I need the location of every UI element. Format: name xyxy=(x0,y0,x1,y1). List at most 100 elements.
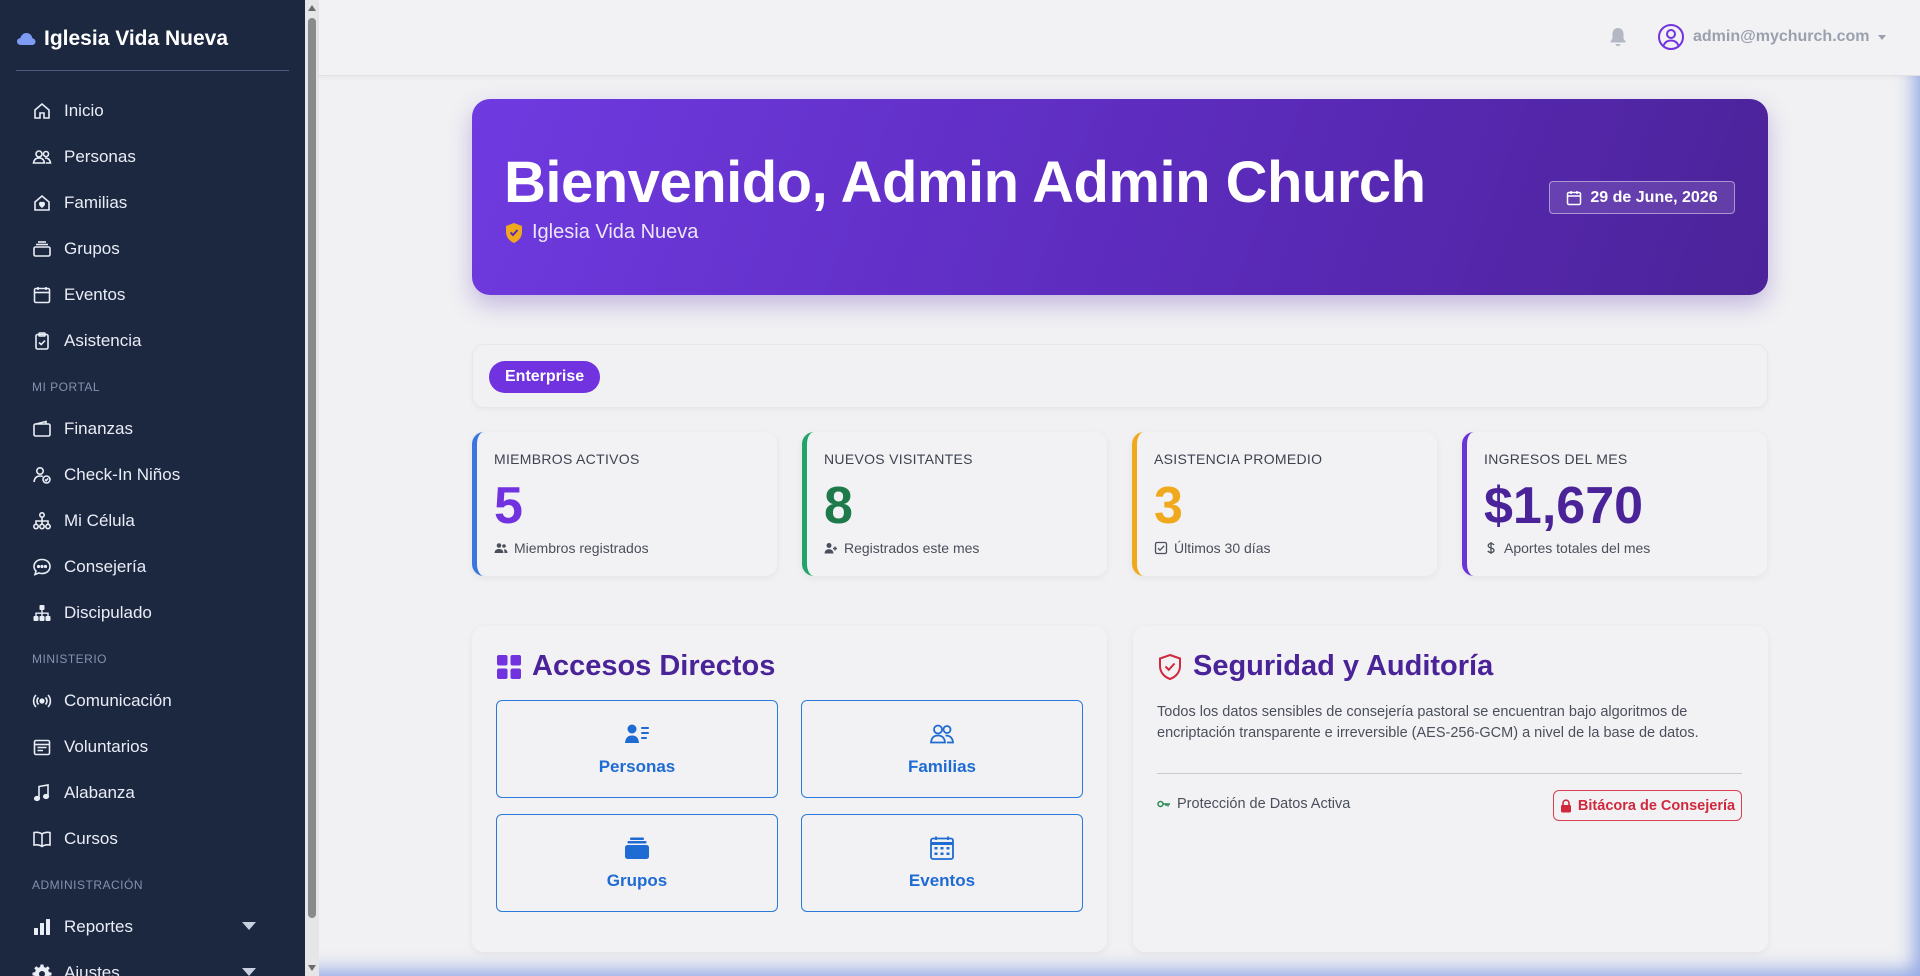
quick-access-title: Accesos Directos xyxy=(496,650,775,683)
stat-note-text: Miembros registrados xyxy=(514,540,649,556)
wallet-icon xyxy=(33,420,51,437)
stat-value: 5 xyxy=(494,477,523,535)
sidebar-item-familias[interactable]: Familias xyxy=(0,183,290,223)
topbar: admin@mychurch.com xyxy=(319,0,1920,76)
bell-icon[interactable] xyxy=(1607,26,1629,48)
sidebar-scrollbar[interactable] xyxy=(305,0,319,976)
shield-check-icon xyxy=(506,222,522,243)
calendar-icon xyxy=(1567,190,1582,205)
stat-card-visitors: NUEVOS VISITANTES 8 Registrados este mes xyxy=(802,432,1107,576)
chevron-down-icon xyxy=(242,968,256,976)
quick-link-label: Grupos xyxy=(606,871,668,890)
quick-link-eventos[interactable]: Eventos xyxy=(801,814,1083,912)
people-icon xyxy=(32,150,52,164)
stat-note-text: Registrados este mes xyxy=(844,540,980,556)
sidebar-item-personas[interactable]: Personas xyxy=(0,137,290,177)
bar-chart-icon xyxy=(34,919,50,935)
stack-icon xyxy=(33,241,51,257)
sidebar-item-reportes[interactable]: Reportes xyxy=(0,907,290,947)
counseling-log-label: Bitácora de Consejería xyxy=(1577,797,1736,814)
sidebar-item-label: Mi Célula xyxy=(64,511,135,530)
gear-icon xyxy=(32,964,52,976)
music-note-icon xyxy=(33,784,50,802)
sidebar-item-label: Discipulado xyxy=(64,603,152,622)
org-chart-icon xyxy=(32,511,52,530)
sidebar-item-label: Grupos xyxy=(64,239,120,258)
chat-icon xyxy=(33,558,51,576)
quick-link-familias[interactable]: Familias xyxy=(801,700,1083,798)
stat-value: 3 xyxy=(1154,477,1183,535)
stat-note-text: Últimos 30 días xyxy=(1174,540,1271,556)
stat-note: Registrados este mes xyxy=(824,540,979,556)
section-label-administracion: ADMINISTRACIÓN xyxy=(32,878,144,892)
sidebar-item-consejeria[interactable]: Consejería xyxy=(0,547,290,587)
quick-link-label: Personas xyxy=(598,757,676,776)
sidebar-item-label: Eventos xyxy=(64,285,126,304)
stat-note-text: Aportes totales del mes xyxy=(1504,540,1651,556)
stat-card-income: INGRESOS DEL MES $1,670 Aportes totales … xyxy=(1462,432,1767,576)
quick-link-label: Eventos xyxy=(908,871,976,890)
quick-link-label: Familias xyxy=(907,757,977,776)
sidebar-item-mi-celula[interactable]: Mi Célula xyxy=(0,501,290,541)
scroll-up-arrow[interactable] xyxy=(308,5,316,11)
chevron-down-icon xyxy=(242,922,256,930)
stat-label: NUEVOS VISITANTES xyxy=(824,451,973,467)
sidebar-item-cursos[interactable]: Cursos xyxy=(0,819,290,859)
sidebar-item-asistencia[interactable]: Asistencia xyxy=(0,321,290,361)
sidebar-item-inicio[interactable]: Inicio xyxy=(0,91,290,131)
sidebar-item-eventos[interactable]: Eventos xyxy=(0,275,290,315)
sidebar-item-label: Asistencia xyxy=(64,331,142,350)
stat-label: MIEMBROS ACTIVOS xyxy=(494,451,640,467)
stat-card-members: MIEMBROS ACTIVOS 5 Miembros registrados xyxy=(472,432,777,576)
sidebar-item-ajustes[interactable]: Ajustes xyxy=(0,953,290,976)
scroll-down-arrow[interactable] xyxy=(308,965,316,971)
sidebar-item-alabanza[interactable]: Alabanza xyxy=(0,773,290,813)
sidebar-item-label: Check-In Niños xyxy=(64,465,181,484)
checkbox-icon xyxy=(1154,541,1168,555)
sidebar-item-grupos[interactable]: Grupos xyxy=(0,229,290,269)
chevron-down-icon xyxy=(1877,34,1886,40)
quick-link-grupos[interactable]: Grupos xyxy=(496,814,778,912)
stat-note: Últimos 30 días xyxy=(1154,540,1270,556)
date-badge: 29 de June, 2026 xyxy=(1549,181,1735,214)
user-circle-icon xyxy=(1658,24,1684,50)
sidebar-item-label: Alabanza xyxy=(64,783,135,802)
security-divider xyxy=(1157,773,1742,774)
calendar-grid-icon xyxy=(930,836,954,860)
security-description: Todos los datos sensibles de consejería … xyxy=(1157,704,1699,741)
stat-label: ASISTENCIA PROMEDIO xyxy=(1154,451,1323,467)
sidebar-item-discipulado[interactable]: Discipulado xyxy=(0,593,290,633)
scroll-thumb[interactable] xyxy=(308,18,316,918)
sidebar-item-label: Reportes xyxy=(64,917,133,936)
shield-check-icon xyxy=(1159,653,1181,680)
calendar-icon xyxy=(33,287,51,304)
stat-card-attendance: ASISTENCIA PROMEDIO 3 Últimos 30 días xyxy=(1132,432,1437,576)
sidebar-item-finanzas[interactable]: Finanzas xyxy=(0,409,290,449)
stat-label: INGRESOS DEL MES xyxy=(1484,451,1628,467)
cloud-icon xyxy=(17,33,36,45)
user-email: admin@mychurch.com xyxy=(1693,28,1870,45)
people-icon xyxy=(930,724,954,744)
quick-link-personas[interactable]: Personas xyxy=(496,700,778,798)
sidebar-item-label: Voluntarios xyxy=(64,737,149,756)
sidebar-item-label: Consejería xyxy=(64,557,147,576)
hierarchy-icon xyxy=(33,605,51,621)
app-window: Iglesia Vida Nueva Inicio Personas Famil… xyxy=(0,0,1920,976)
sidebar-item-label: Cursos xyxy=(64,829,118,848)
plan-badge: Enterprise xyxy=(489,361,601,393)
stat-value: 8 xyxy=(824,477,853,535)
sidebar: Iglesia Vida Nueva Inicio Personas Famil… xyxy=(0,0,305,976)
church-name-text: Iglesia Vida Nueva xyxy=(532,221,699,243)
dollar-icon xyxy=(1487,542,1495,554)
plan-bar: Enterprise xyxy=(472,344,1768,408)
counseling-log-button[interactable]: Bitácora de Consejería xyxy=(1553,790,1742,821)
user-menu[interactable]: admin@mychurch.com xyxy=(1657,22,1886,52)
church-name: Iglesia Vida Nueva xyxy=(504,221,698,244)
sidebar-brand[interactable]: Iglesia Vida Nueva xyxy=(16,24,228,54)
key-icon xyxy=(1157,800,1170,808)
sidebar-item-comunicacion[interactable]: Comunicación xyxy=(0,681,290,721)
stat-value: $1,670 xyxy=(1484,477,1644,535)
security-status-text: Protección de Datos Activa xyxy=(1177,796,1351,812)
sidebar-item-checkin[interactable]: Check-In Niños xyxy=(0,455,290,495)
sidebar-item-voluntarios[interactable]: Voluntarios xyxy=(0,727,290,767)
